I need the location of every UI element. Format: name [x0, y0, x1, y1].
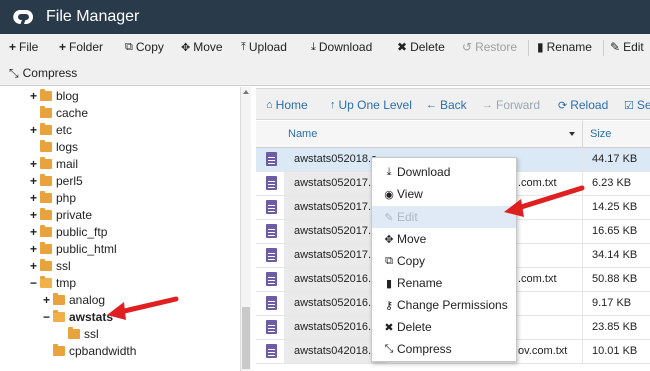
red-arrow-icon: [504, 185, 585, 217]
red-arrow-icon: [107, 296, 179, 320]
annotation-arrows: [107, 185, 585, 320]
